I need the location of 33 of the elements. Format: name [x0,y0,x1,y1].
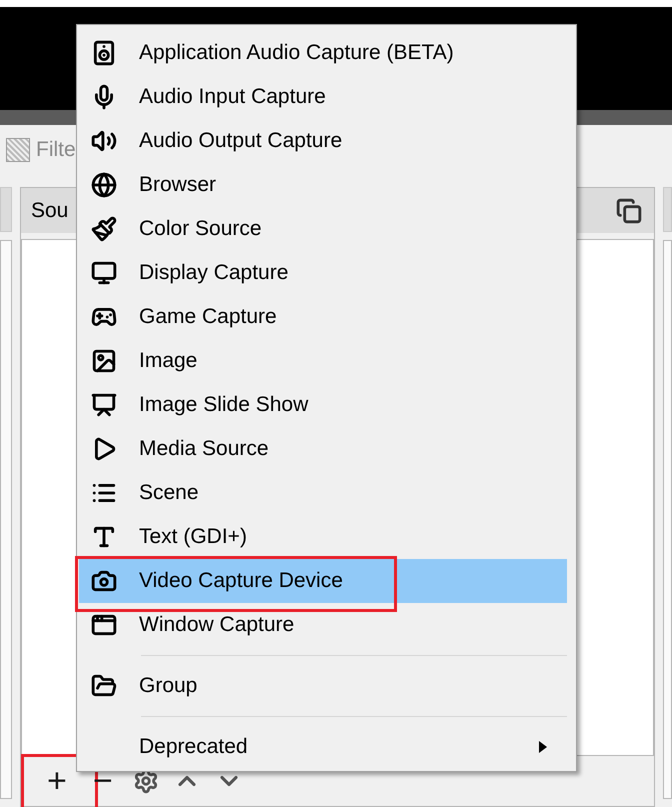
speaker-icon [91,128,117,154]
window-icon [91,612,117,638]
menu-item[interactable]: Game Capture [79,295,567,339]
menu-item[interactable]: Media Source [79,427,567,471]
menu-item[interactable]: Deprecated [79,725,567,769]
add-button[interactable]: + [41,764,73,798]
menu-item[interactable]: Text (GDI+) [79,515,567,559]
panel-header [663,187,672,232]
text-icon [91,524,117,550]
menu-item[interactable]: Video Capture Device [79,559,567,603]
speaker-icon [91,40,117,66]
folder-icon [91,673,117,699]
paintbrush-icon [91,216,117,242]
menu-item[interactable]: Audio Input Capture [79,75,567,119]
filter-icon [6,138,30,162]
menu-item[interactable]: Color Source [79,207,567,251]
panel-title: Sou [31,198,68,222]
menu-item[interactable]: Browser [79,163,567,207]
menu-item[interactable]: Window Capture [79,603,567,647]
menu-item[interactable]: Scene [79,471,567,515]
menu-item[interactable]: Application Audio Capture (BETA) [79,31,567,75]
presentation-icon [91,392,117,418]
menu-item[interactable]: Audio Output Capture [79,119,567,163]
camera-icon [91,568,117,594]
monitor-icon [91,260,117,286]
globe-icon [91,172,117,198]
panel-header [0,187,12,232]
image-icon [91,348,117,374]
menu-item[interactable]: Image Slide Show [79,383,567,427]
menu-item[interactable]: Image [79,339,567,383]
menu-item[interactable]: Group [79,664,567,708]
menu-item[interactable]: Display Capture [79,251,567,295]
restore-icon[interactable] [616,198,642,224]
